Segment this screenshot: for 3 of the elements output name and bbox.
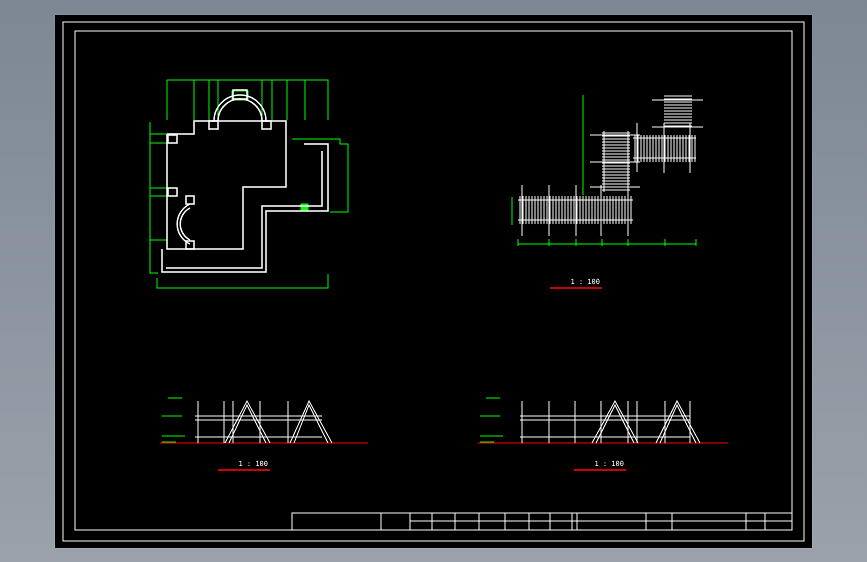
title-underline bbox=[574, 469, 626, 471]
title-underline bbox=[550, 287, 602, 289]
title-underline bbox=[218, 469, 270, 471]
